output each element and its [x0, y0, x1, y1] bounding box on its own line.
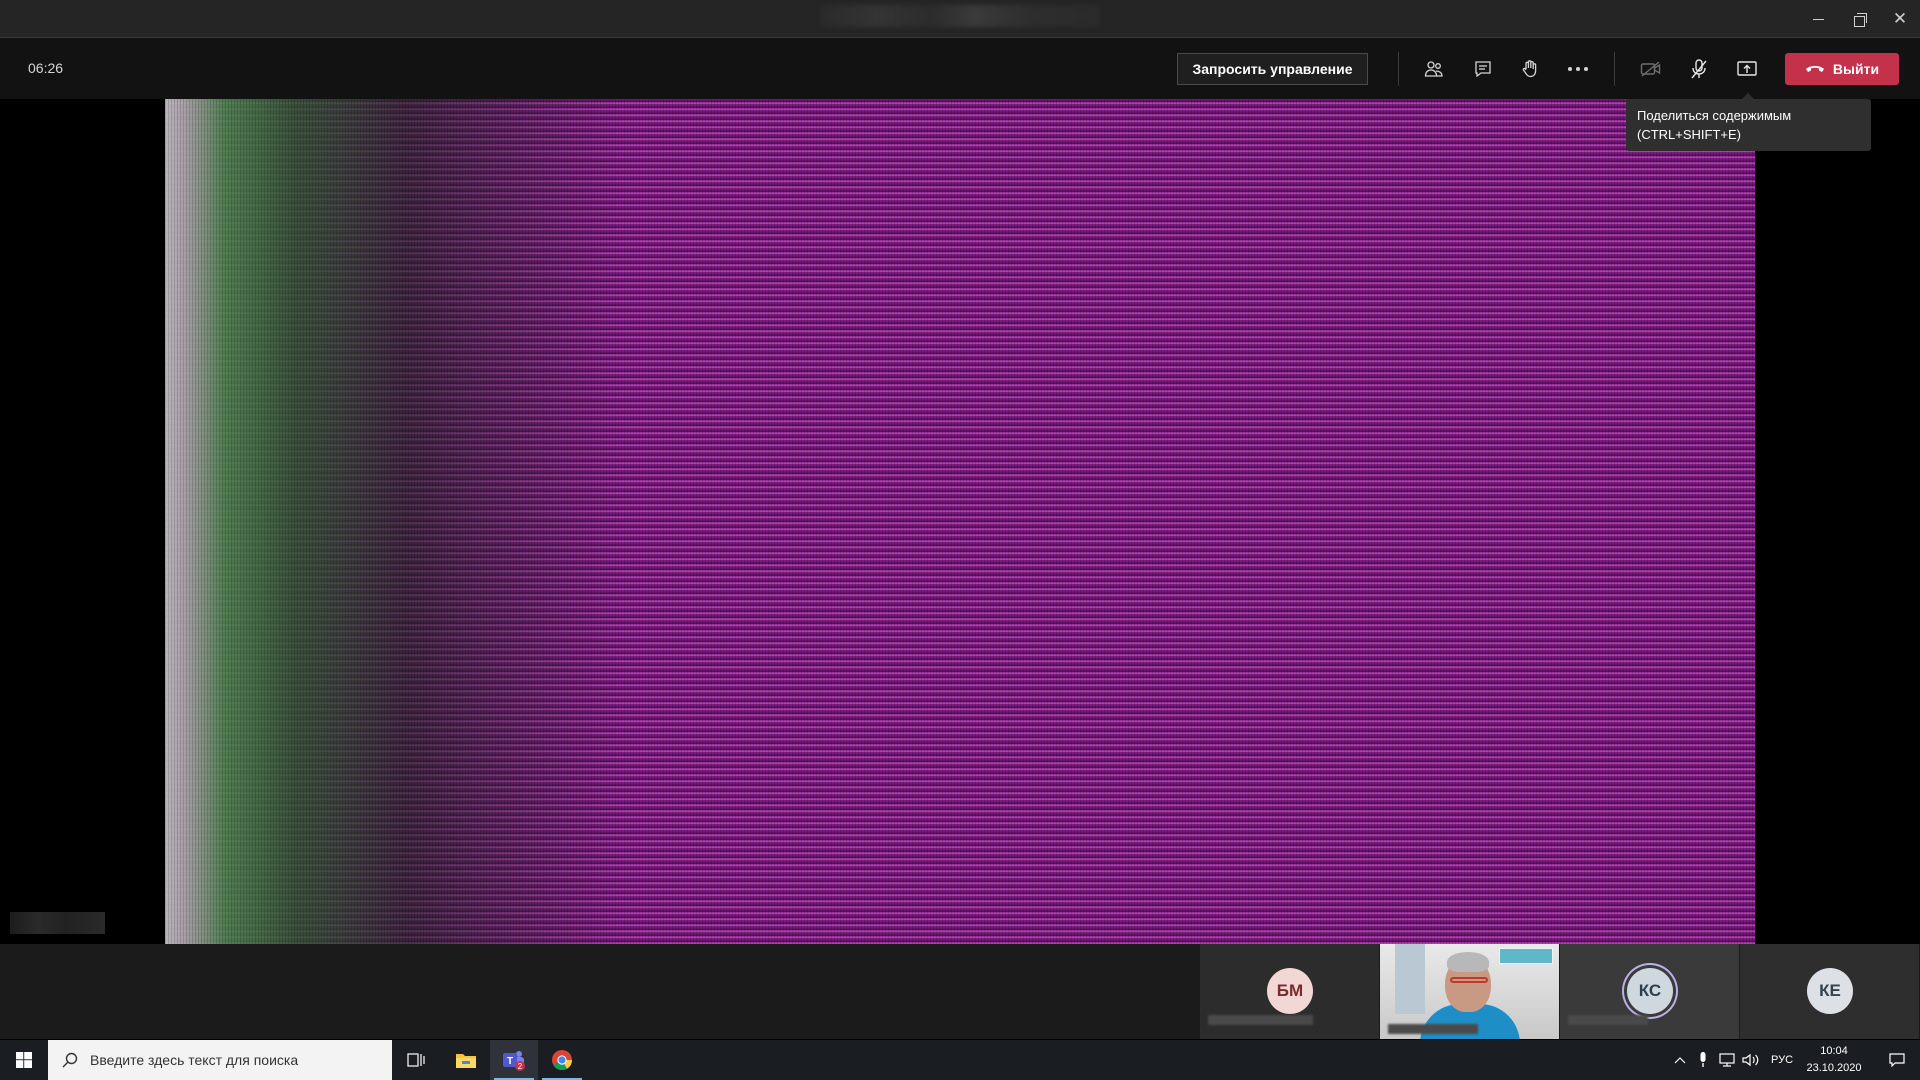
- camera-toggle-button[interactable]: [1635, 53, 1667, 85]
- raise-hand-button[interactable]: [1514, 53, 1546, 85]
- meeting-stage: [0, 99, 1920, 944]
- search-placeholder: Введите здесь текст для поиска: [90, 1052, 299, 1068]
- notifications-icon: [1888, 1053, 1905, 1067]
- task-view-icon: [407, 1053, 425, 1067]
- search-icon: [62, 1052, 78, 1068]
- chrome-icon: [552, 1050, 573, 1071]
- microphone-tray-icon: [1700, 1052, 1706, 1067]
- toolbar-divider: [1614, 52, 1615, 86]
- task-view-button[interactable]: [392, 1040, 440, 1080]
- video-background-sign: [1499, 948, 1553, 964]
- presenter-name-blurred: [10, 912, 105, 934]
- chrome-taskbar-button[interactable]: [538, 1040, 586, 1080]
- microphone-in-use-button[interactable]: [1693, 1040, 1713, 1080]
- meeting-toolbar: 06:26 Запросить управление Выйти: [0, 38, 1920, 99]
- more-actions-button[interactable]: [1562, 53, 1594, 85]
- leave-label: Выйти: [1832, 61, 1880, 77]
- raise-hand-icon: [1522, 60, 1537, 78]
- chat-icon: [1475, 61, 1491, 78]
- shared-screen-content: [165, 99, 1755, 944]
- participant-tile[interactable]: БМ: [1200, 944, 1379, 1039]
- windows-logo-icon: [16, 1052, 32, 1068]
- tooltip-title: Поделиться содержимым: [1637, 108, 1792, 123]
- share-content-tooltip: Поделиться содержимым (CTRL+SHIFT+E): [1626, 93, 1871, 151]
- meeting-timer: 06:26: [28, 60, 64, 76]
- teams-taskbar-button[interactable]: T 2: [490, 1040, 538, 1080]
- request-control-button[interactable]: Запросить управление: [1177, 53, 1368, 85]
- file-explorer-button[interactable]: [442, 1040, 490, 1080]
- participants-icon: [1424, 61, 1443, 77]
- camera-off-icon: [1640, 61, 1661, 77]
- start-button[interactable]: [0, 1040, 48, 1080]
- participant-name-blurred: [1208, 1015, 1313, 1025]
- show-hidden-icons-button[interactable]: [1668, 1040, 1692, 1080]
- video-person-glasses: [1450, 977, 1488, 983]
- avatar: КЕ: [1807, 968, 1853, 1014]
- windows-taskbar: Введите здесь текст для поиска T 2 РУС 1…: [0, 1040, 1920, 1080]
- minimize-button[interactable]: [1800, 6, 1836, 32]
- toolbar-divider: [1398, 52, 1399, 86]
- share-screen-icon: [1737, 61, 1757, 76]
- taskbar-clock[interactable]: 10:04 23.10.2020: [1797, 1043, 1871, 1077]
- video-background-window: [1395, 944, 1425, 1014]
- participant-video-tile[interactable]: [1380, 944, 1559, 1039]
- action-center-button[interactable]: [1873, 1040, 1920, 1080]
- microphone-toggle-button[interactable]: [1683, 53, 1715, 85]
- video-person-hair: [1447, 952, 1489, 972]
- network-icon: [1719, 1053, 1735, 1067]
- participant-tile-speaking[interactable]: КС: [1560, 944, 1739, 1039]
- title-bar: ✕: [0, 0, 1920, 38]
- teams-meeting-window: ✕ 06:26 Запросить управление Выйти Подел…: [0, 0, 1920, 1080]
- participant-name-blurred: [1388, 1024, 1478, 1034]
- svg-text:T: T: [507, 1056, 513, 1067]
- hang-up-icon: [1805, 66, 1824, 72]
- participant-name-blurred: [1568, 1015, 1648, 1025]
- share-content-button[interactable]: [1731, 53, 1763, 85]
- clock-time: 10:04: [1820, 1045, 1848, 1057]
- chevron-up-icon: [1674, 1057, 1686, 1064]
- microphone-icon: [1691, 59, 1707, 79]
- restore-button[interactable]: [1841, 6, 1877, 32]
- close-window-button[interactable]: ✕: [1882, 6, 1918, 32]
- participant-tile[interactable]: КЕ: [1740, 944, 1919, 1039]
- participants-button[interactable]: [1418, 53, 1450, 85]
- close-icon: ✕: [1892, 9, 1908, 28]
- taskbar-search-box[interactable]: Введите здесь текст для поиска: [48, 1040, 392, 1080]
- file-explorer-icon: [456, 1054, 476, 1068]
- more-actions-icon: [1568, 67, 1588, 71]
- teams-badge: 2: [518, 1062, 523, 1071]
- participant-strip: БМ КС КЕ: [0, 944, 1920, 1039]
- avatar: БМ: [1267, 968, 1313, 1014]
- chat-button[interactable]: [1467, 53, 1499, 85]
- clock-date: 23.10.2020: [1806, 1062, 1862, 1074]
- volume-icon: [1742, 1053, 1759, 1067]
- teams-icon: T 2: [503, 1051, 525, 1071]
- avatar: КС: [1627, 968, 1673, 1014]
- window-title-blurred: [820, 5, 1100, 27]
- network-button[interactable]: [1716, 1040, 1738, 1080]
- input-language: РУС: [1770, 1054, 1794, 1066]
- leave-meeting-button[interactable]: Выйти: [1785, 53, 1899, 85]
- volume-button[interactable]: [1740, 1040, 1762, 1080]
- tooltip-shortcut: (CTRL+SHIFT+E): [1637, 127, 1742, 142]
- input-language-button[interactable]: РУС: [1765, 1040, 1799, 1080]
